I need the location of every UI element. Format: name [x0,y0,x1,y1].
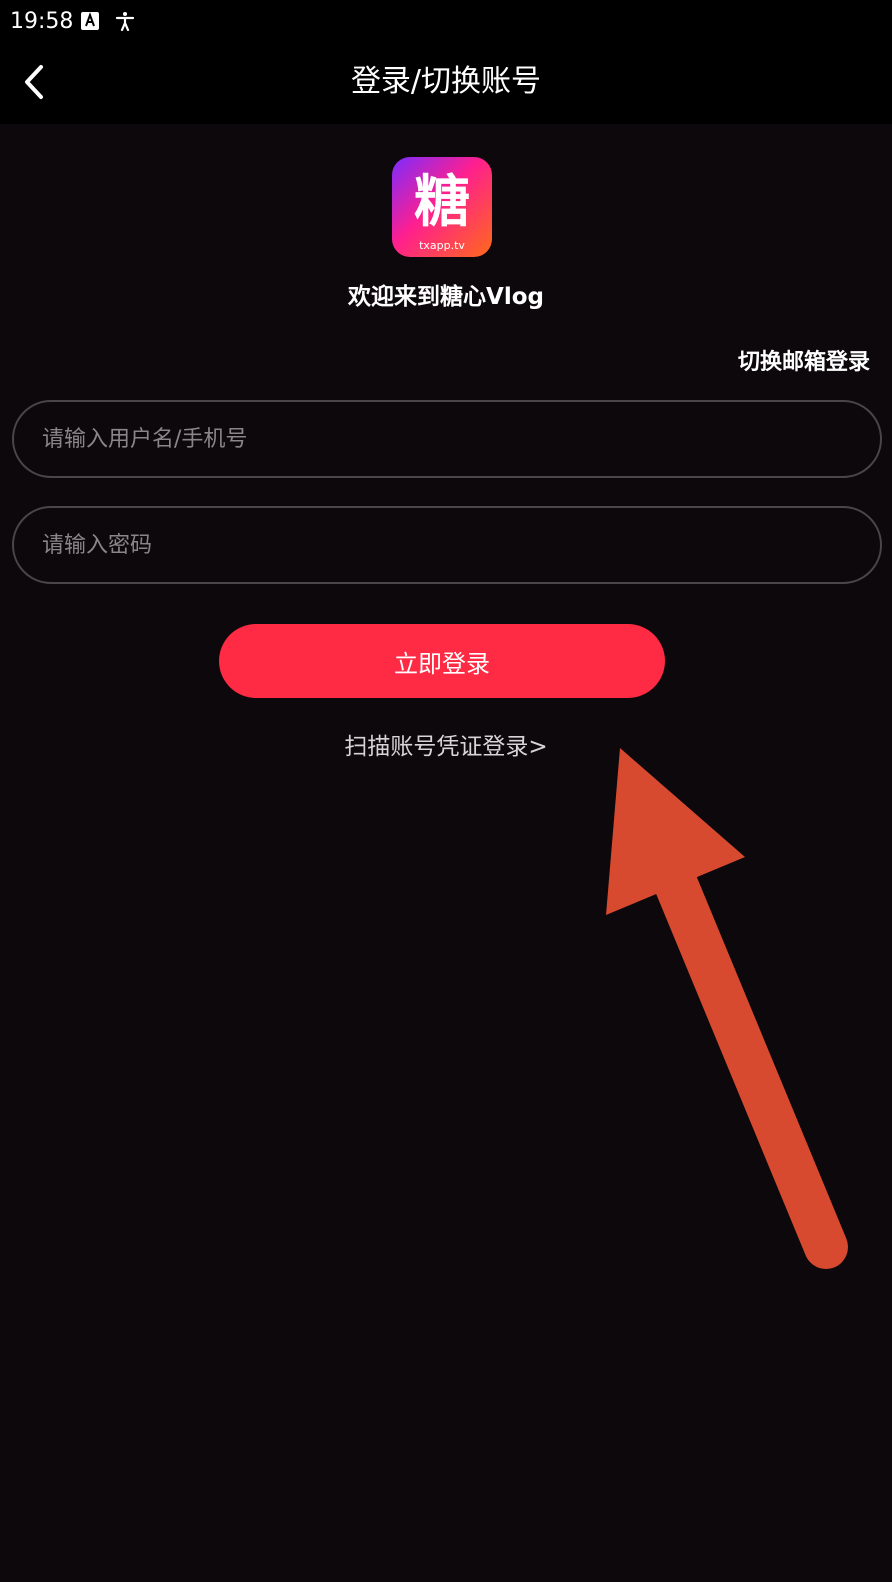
app-logo: 糖 txapp.tv [392,157,492,257]
welcome-text: 欢迎来到糖心Vlog [348,284,544,310]
scan-credential-login-link[interactable]: 扫描账号凭证登录> [0,730,892,764]
font-a-icon [81,12,99,30]
accessibility-icon [115,12,135,31]
nav-bar: 登录/切换账号 [0,44,892,124]
username-input[interactable] [12,400,882,478]
password-input[interactable] [12,506,882,584]
page-title: 登录/切换账号 [350,64,542,99]
switch-email-login-link[interactable]: 切换邮箱登录 [738,346,870,380]
login-button[interactable]: 立即登录 [219,624,665,698]
logo-caption: txapp.tv [419,239,465,252]
status-bar: 19:58 [0,0,892,44]
status-time: 19:58 [10,9,74,34]
logo-glyph: 糖 [414,170,470,235]
